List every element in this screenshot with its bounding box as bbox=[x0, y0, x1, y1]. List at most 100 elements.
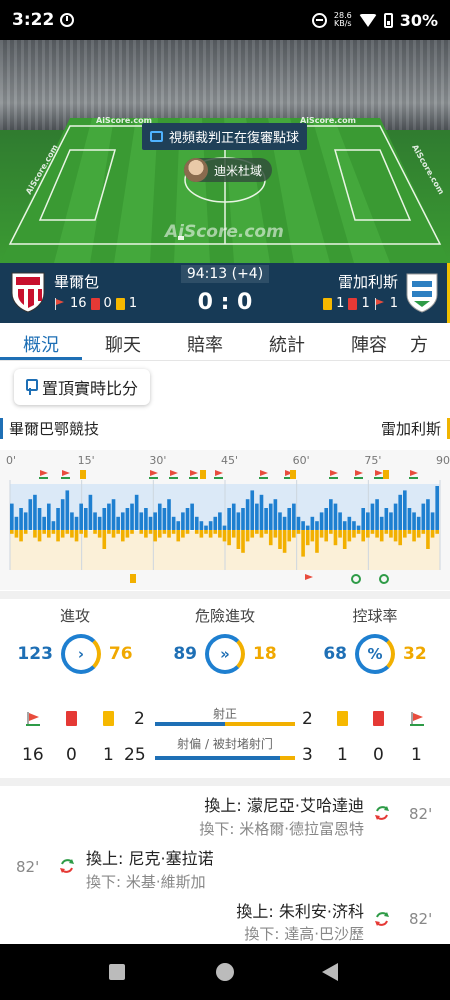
corner-flag-icon bbox=[329, 470, 338, 479]
system-nav-bar bbox=[0, 944, 450, 1000]
status-bar: 3:22 28.6 KB/s 30% bbox=[0, 0, 450, 40]
corner-flag-icon bbox=[214, 470, 223, 479]
home-pressure-bar bbox=[366, 512, 370, 530]
home-pressure-bar bbox=[282, 516, 287, 530]
yellow-card-icon bbox=[80, 470, 86, 479]
away-pressure-bar bbox=[37, 530, 42, 542]
percent-icon: % bbox=[355, 634, 395, 674]
corner-flag-icon bbox=[149, 470, 158, 479]
away-pressure-bar bbox=[79, 530, 83, 534]
away-pressure-bar bbox=[93, 530, 97, 534]
tab-lineups[interactable]: 陣容 bbox=[328, 323, 410, 360]
home-pressure-bar bbox=[231, 503, 236, 530]
away-pressure-bar bbox=[157, 530, 162, 538]
tab-more[interactable]: 方 bbox=[410, 323, 450, 360]
yellow-card-icon bbox=[130, 574, 136, 583]
sub-out-player: 換下: 達高·巴沙歷 bbox=[244, 925, 364, 943]
status-time: 3:22 bbox=[12, 10, 55, 30]
home-pressure-bar bbox=[120, 512, 125, 530]
home-pressure-bar bbox=[305, 525, 310, 530]
home-pressure-bar bbox=[393, 503, 398, 530]
away-team-logo[interactable] bbox=[404, 271, 440, 313]
home-pressure-bar bbox=[42, 516, 46, 530]
tab-overview[interactable]: 概況 bbox=[0, 323, 82, 360]
away-pressure-bar bbox=[231, 530, 236, 538]
away-pressure-bar bbox=[421, 530, 426, 534]
home-pressure-bar bbox=[379, 516, 384, 530]
substitution-icon bbox=[375, 806, 389, 820]
home-pressure-bar bbox=[194, 516, 199, 530]
pin-live-score-button[interactable]: 置頂實時比分 bbox=[14, 369, 151, 405]
away-pressure-bar bbox=[389, 530, 393, 538]
home-pressure-bar bbox=[23, 512, 28, 530]
home-pressure-bar bbox=[310, 516, 315, 530]
home-pressure-bar bbox=[144, 508, 148, 530]
home-pressure-bar bbox=[176, 521, 181, 530]
away-pressure-bar bbox=[287, 530, 292, 542]
timeline-tick-label: 45' bbox=[221, 454, 238, 467]
away-dangerous-attacks: 18 bbox=[253, 644, 277, 664]
sub-out-player: 換下: 米格爾·德拉富恩特 bbox=[199, 820, 364, 838]
home-pressure-bar bbox=[301, 521, 305, 530]
tab-odds[interactable]: 賠率 bbox=[164, 323, 246, 360]
away-pressure-bar bbox=[125, 530, 130, 538]
home-pressure-bar bbox=[37, 508, 42, 530]
home-pressure-bar bbox=[97, 516, 102, 530]
stat-possession: 控球率 68 % 32 bbox=[300, 605, 450, 674]
divider bbox=[0, 778, 450, 786]
yellow-card-icon bbox=[290, 470, 296, 479]
recents-button[interactable] bbox=[109, 964, 125, 980]
away-pressure-bar bbox=[282, 530, 287, 553]
corner-flag-icon bbox=[374, 470, 383, 479]
score-header: 畢爾包 94:13 (+4) 0 : 0 雷加利斯 16 0 1 1 1 1 bbox=[0, 263, 450, 323]
event-minute: 82' bbox=[16, 858, 40, 876]
away-pressure-bar bbox=[176, 530, 181, 542]
away-pressure-bar bbox=[264, 530, 268, 534]
home-pressure-bar bbox=[190, 503, 194, 530]
event-minute: 82' bbox=[409, 805, 433, 823]
home-pressure-bar bbox=[259, 494, 264, 530]
away-pressure-bar bbox=[102, 530, 107, 549]
shots-off-target-fill bbox=[155, 756, 280, 760]
away-pressure-bar bbox=[245, 530, 250, 542]
away-pressure-bar bbox=[116, 530, 120, 534]
away-pressure-bar bbox=[347, 530, 352, 542]
timeline-tick-label: 60' bbox=[293, 454, 310, 467]
shots-on-target-label: 射正 bbox=[212, 707, 237, 721]
momentum-chart: 0' 15' 30' 45' 60' 75' 90' bbox=[6, 454, 450, 584]
home-pressure-bar bbox=[79, 503, 83, 530]
away-pressure-bar bbox=[338, 530, 342, 538]
away-pressure-bar bbox=[329, 530, 333, 534]
stat-label: 控球率 bbox=[352, 607, 398, 625]
home-pressure-bar bbox=[10, 503, 14, 530]
away-attacks: 76 bbox=[108, 644, 133, 664]
away-team-label: 雷加利斯 bbox=[381, 418, 450, 439]
home-corners: 16 bbox=[70, 296, 87, 311]
sub-in-player: 換上: 朱利安·济科 bbox=[236, 902, 364, 921]
away-pressure-bar bbox=[153, 530, 157, 542]
tab-chat[interactable]: 聊天 bbox=[82, 323, 164, 360]
tab-stats[interactable]: 統計 bbox=[246, 323, 328, 360]
away-pressure-bar bbox=[296, 530, 301, 534]
pin-button-label: 置頂實時比分 bbox=[42, 379, 139, 398]
home-pressure-bar bbox=[398, 494, 403, 530]
home-pressure-bar bbox=[199, 521, 204, 530]
home-pressure-bar bbox=[227, 508, 231, 530]
section-tabs: 概況 聊天 賠率 統計 陣容 方 bbox=[0, 323, 450, 361]
home-button[interactable] bbox=[216, 963, 234, 981]
match-events: 換上: 濛尼亞·艾哈達迪 換下: 米格爾·德拉富恩特 82' 82' 換上: 尼… bbox=[0, 786, 450, 946]
team-labels: 畢爾巴鄂競技 雷加利斯 bbox=[0, 418, 450, 440]
corner-flag-icon bbox=[169, 470, 178, 479]
away-pressure-bar bbox=[10, 530, 14, 534]
corner-flag-icon bbox=[54, 297, 66, 310]
battery-icon bbox=[383, 12, 393, 28]
home-pressure-bar bbox=[111, 499, 116, 530]
home-pressure-bar bbox=[60, 499, 65, 530]
away-pressure-bar bbox=[324, 530, 329, 542]
home-pressure-bar bbox=[416, 516, 421, 530]
away-yellows-count: 1 bbox=[337, 745, 348, 765]
home-pressure-bar bbox=[287, 508, 292, 530]
away-team-name[interactable]: 雷加利斯 bbox=[338, 271, 398, 292]
back-button[interactable] bbox=[322, 963, 338, 981]
home-pressure-bar bbox=[292, 503, 296, 530]
